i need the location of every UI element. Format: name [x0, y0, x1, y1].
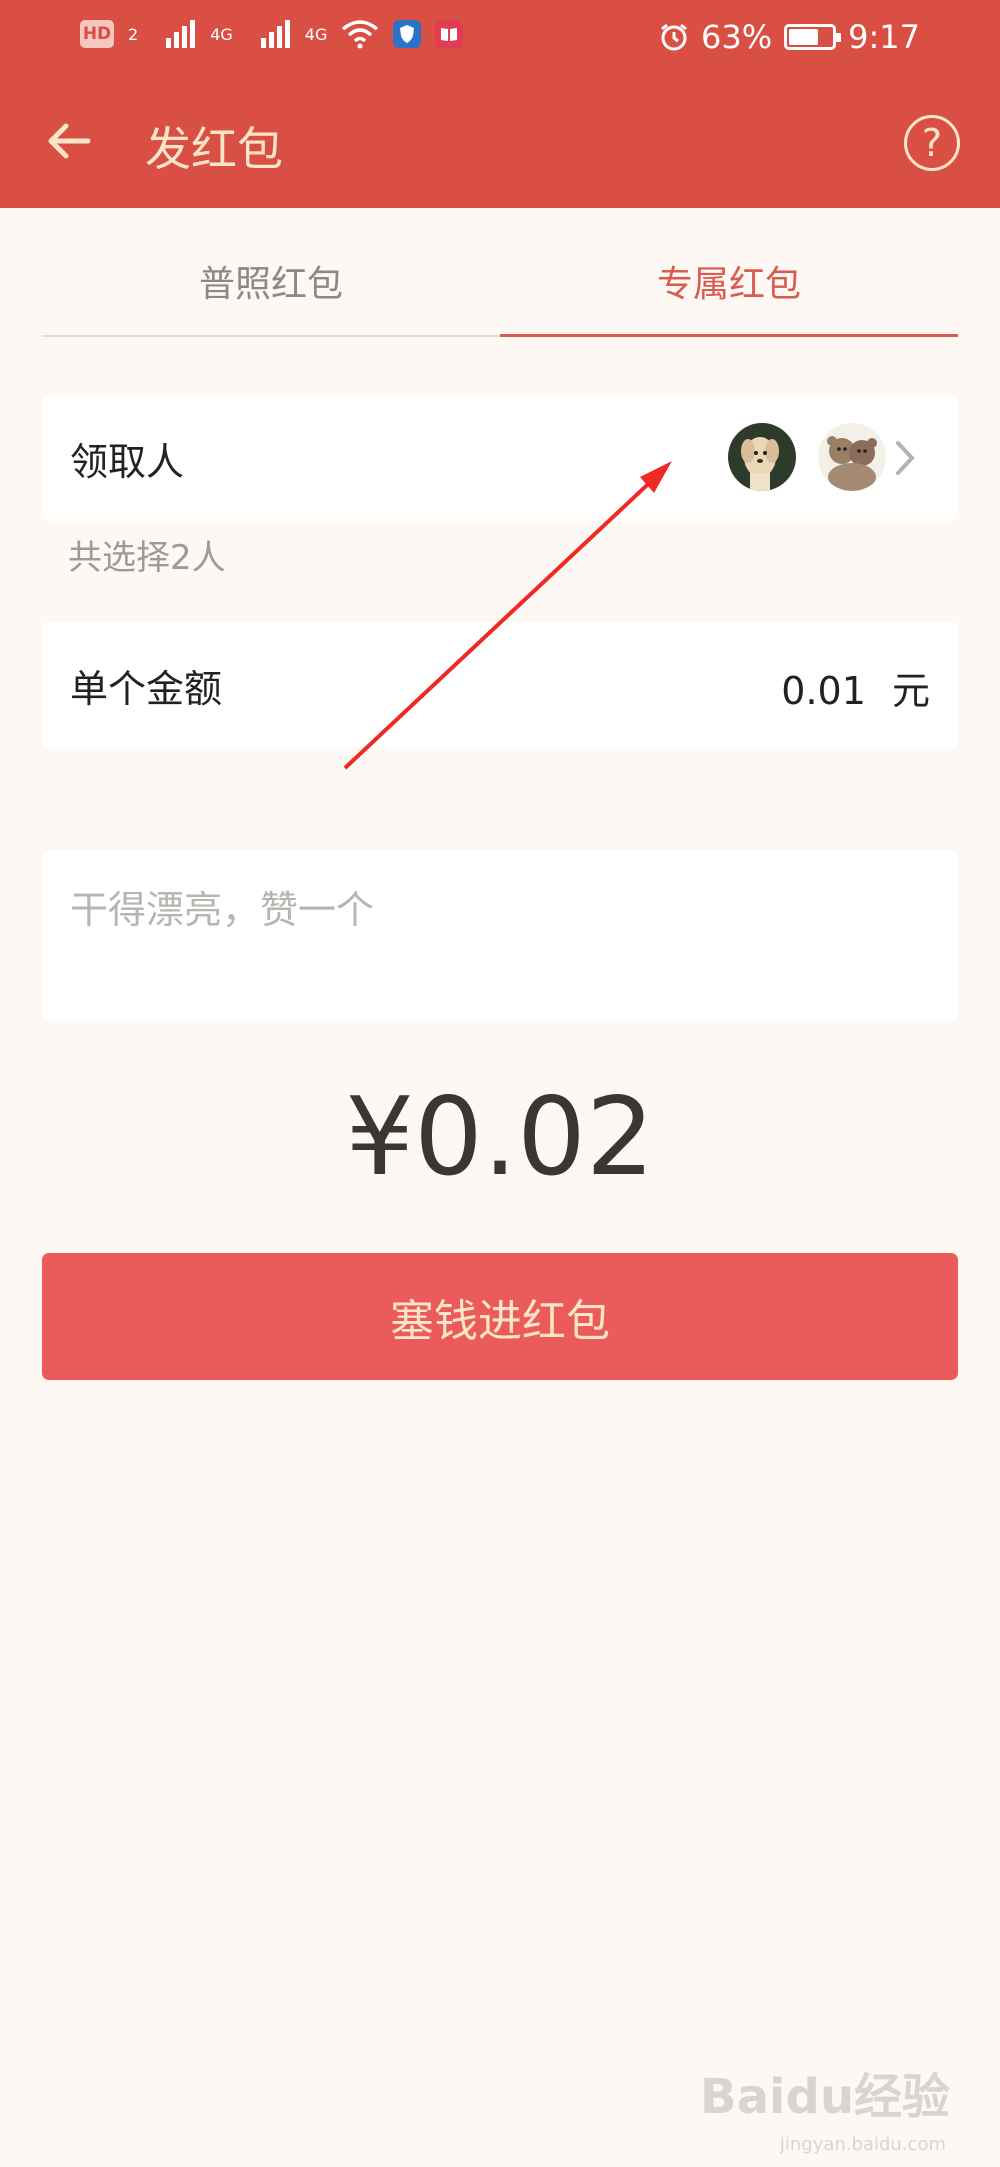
status-bar: HD 2 4G 4G 63% 9:17: [0, 0, 1000, 75]
amount-number: 0.01: [781, 669, 866, 713]
back-button[interactable]: [40, 111, 100, 171]
tab-bar: 普照红包 专属红包: [42, 240, 958, 337]
status-right: 63% 9:17: [659, 18, 920, 56]
wifi-icon: [342, 20, 379, 49]
greeting-input[interactable]: [70, 880, 930, 940]
sim-number: 2: [128, 24, 139, 44]
hd-icon: HD: [80, 20, 114, 48]
total-amount: ¥0.02: [345, 1075, 655, 1200]
amount-unit: 元: [891, 669, 930, 713]
page-title: 发红包: [145, 122, 283, 176]
signal-icon: [166, 20, 196, 48]
shield-app-icon: [393, 20, 422, 48]
amount-row[interactable]: 单个金额 0.01 元: [42, 622, 958, 748]
selected-count-hint: 共选择2人: [68, 538, 226, 578]
tab-universal-red-packet[interactable]: 普照红包: [42, 240, 500, 335]
battery-icon: [784, 24, 842, 50]
amount-value[interactable]: 0.01 元: [781, 660, 930, 715]
battery-level: [789, 29, 819, 45]
puppy-avatar: [728, 423, 796, 491]
clock: 9:17: [848, 18, 920, 56]
book-app-icon: [435, 20, 464, 48]
message-card[interactable]: [42, 850, 958, 1020]
network-type-2: 4G: [304, 24, 328, 44]
back-arrow-icon: [48, 123, 91, 159]
teddy-bear-avatar: [818, 423, 886, 491]
amount-label: 单个金额: [70, 667, 223, 711]
battery-percent: 63%: [701, 18, 773, 56]
recipient-label: 领取人: [70, 440, 185, 484]
baidu-watermark-url: jingyan.baidu.com: [779, 2134, 946, 2155]
app-bar: 发红包 ?: [0, 75, 1000, 208]
alarm-icon: [661, 23, 687, 51]
tab-exclusive-red-packet[interactable]: 专属红包: [500, 240, 958, 337]
network-type-1: 4G: [210, 24, 233, 44]
signal-icon: [260, 20, 290, 48]
put-money-button[interactable]: 塞钱进红包: [42, 1253, 958, 1380]
chevron-right-icon: [896, 441, 915, 475]
recipient-row[interactable]: 领取人: [42, 395, 958, 521]
status-left: HD 2 4G 4G: [80, 18, 464, 50]
baidu-watermark: Baidu经验: [700, 2069, 950, 2125]
help-button[interactable]: ?: [904, 115, 960, 171]
